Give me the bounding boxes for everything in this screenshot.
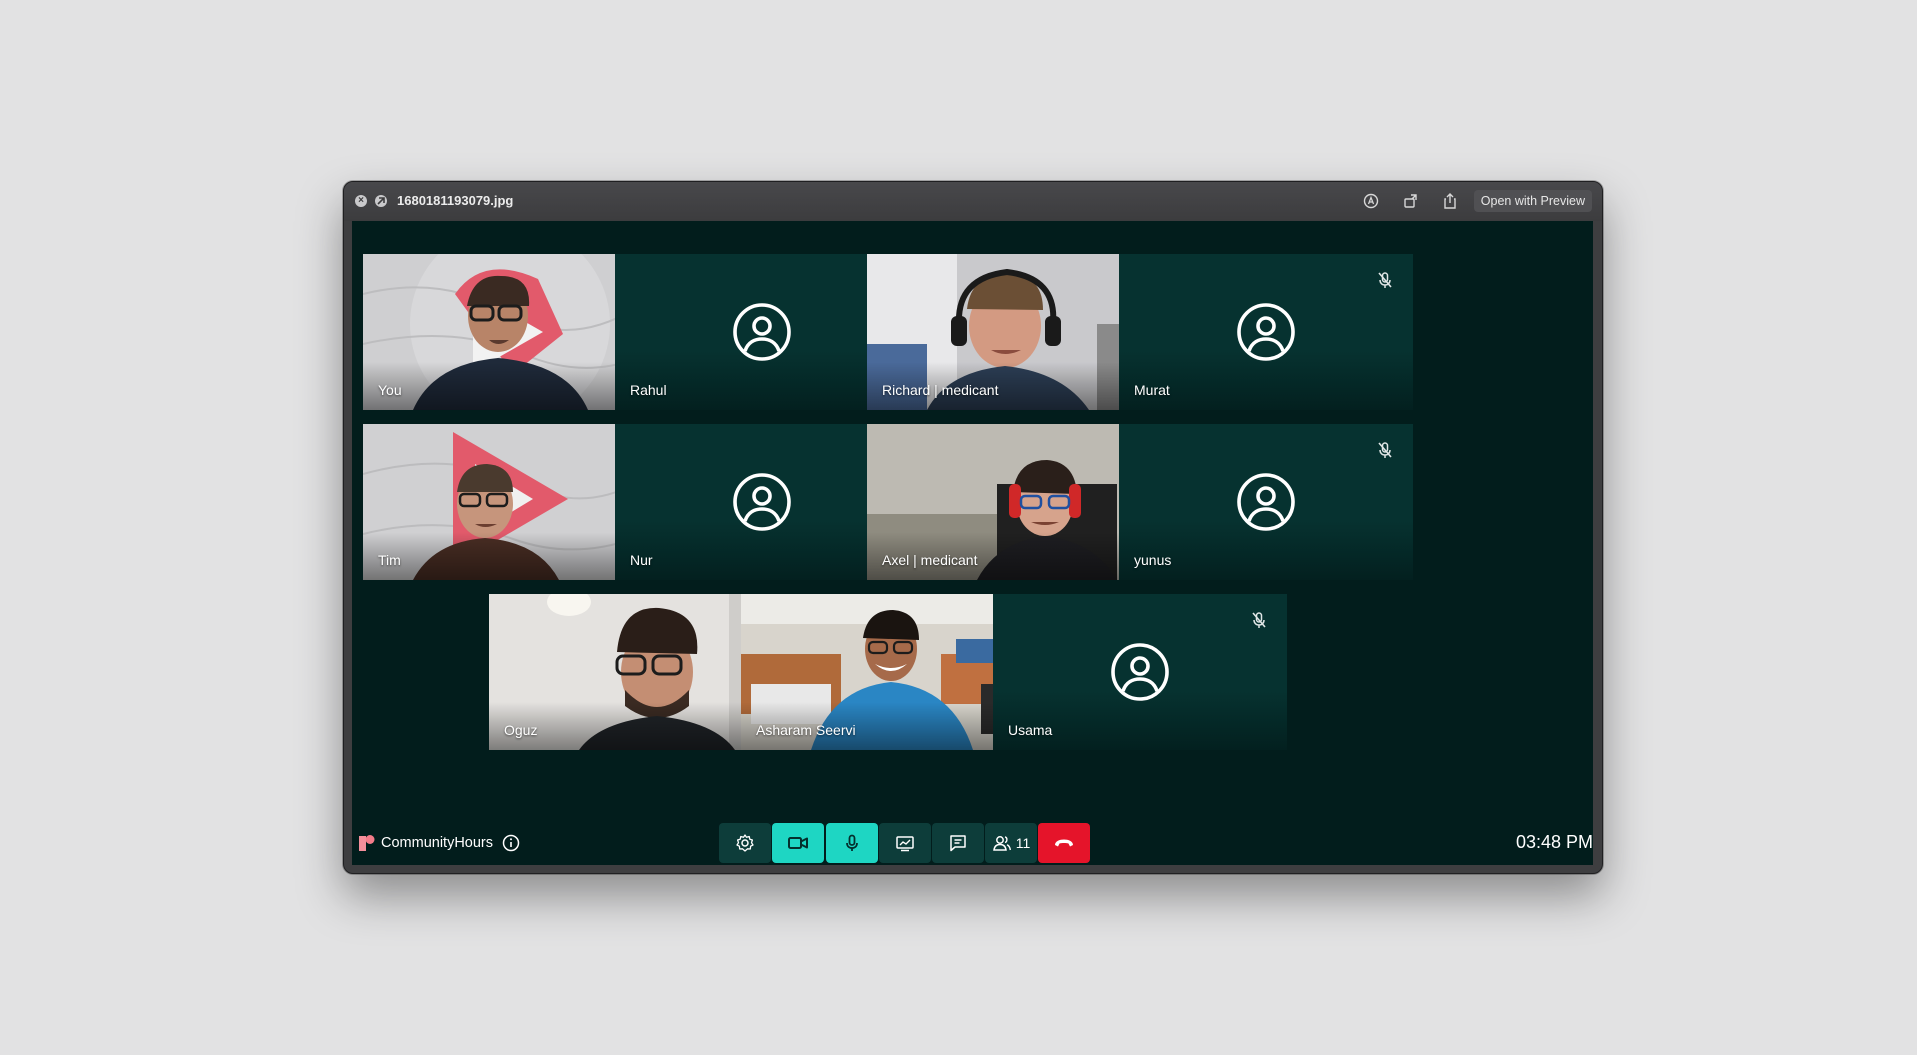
participant-tile-usama[interactable]: Usama <box>993 594 1287 750</box>
brand-name: CommunityHours <box>381 835 493 851</box>
video-camera-icon <box>788 837 808 849</box>
open-with-preview-button[interactable]: Open with Preview <box>1473 190 1592 212</box>
screen-share-icon <box>896 836 914 852</box>
participant-tile-axel[interactable]: Axel | medicant <box>867 424 1161 580</box>
avatar-icon <box>1110 642 1170 702</box>
participant-name: You <box>378 382 402 398</box>
participant-tile-richard[interactable]: Richard | medicant <box>867 254 1161 410</box>
meeting-time: 03:48 PM <box>1515 832 1593 852</box>
microphone-muted-icon <box>1249 610 1269 630</box>
microphone-muted-icon <box>1375 270 1395 290</box>
community-hours-logo-icon <box>358 834 376 852</box>
file-name: 1680181193079.jpg <box>397 193 514 208</box>
participant-tile-yunus[interactable]: yunus <box>1119 424 1413 580</box>
screen-share-button[interactable] <box>879 823 931 863</box>
avatar-icon <box>1236 472 1296 532</box>
info-icon[interactable] <box>502 834 520 852</box>
settings-button[interactable] <box>719 823 771 863</box>
participant-name: Usama <box>1008 722 1053 738</box>
markup-icon[interactable] <box>1362 192 1380 210</box>
close-icon[interactable]: × <box>355 195 367 207</box>
participant-tile-asharam[interactable]: Asharam Seervi <box>741 594 1035 750</box>
participant-name: Tim <box>378 552 401 568</box>
avatar-icon <box>1236 302 1296 362</box>
participant-name: Asharam Seervi <box>756 722 856 738</box>
participants-count: 11 <box>1015 835 1031 851</box>
window-titlebar: × 1680181193079.jpg Open with Preview <box>344 182 1602 221</box>
meeting-area: You Rahul Richard | medicant Murat Tim N… <box>352 221 1593 865</box>
microphone-icon <box>846 834 858 851</box>
share-icon[interactable] <box>1441 192 1459 210</box>
participant-name: Murat <box>1134 382 1170 398</box>
fullscreen-icon[interactable] <box>375 195 387 207</box>
microphone-toggle-button[interactable] <box>826 823 878 863</box>
quicklook-window: × 1680181193079.jpg Open with Preview Yo… <box>343 181 1603 874</box>
gear-icon <box>736 834 754 852</box>
chat-icon <box>950 835 966 852</box>
participants-button[interactable]: 11 <box>985 823 1037 863</box>
participant-tile-nur[interactable]: Nur <box>615 424 909 580</box>
participant-name: Oguz <box>504 722 538 738</box>
avatar-icon <box>732 302 792 362</box>
brand: CommunityHours <box>358 833 520 853</box>
participant-name: Rahul <box>630 382 667 398</box>
participant-name: Nur <box>630 552 653 568</box>
participants-icon <box>992 836 1011 851</box>
rotate-icon[interactable] <box>1402 192 1420 210</box>
participant-tile-murat[interactable]: Murat <box>1119 254 1413 410</box>
microphone-muted-icon <box>1375 440 1395 460</box>
avatar-icon <box>732 472 792 532</box>
camera-toggle-button[interactable] <box>772 823 824 863</box>
participant-tile-you[interactable]: You <box>363 254 657 410</box>
leave-call-button[interactable] <box>1038 823 1090 863</box>
hang-up-icon <box>1055 839 1073 847</box>
participant-name: yunus <box>1134 552 1172 568</box>
participant-tile-rahul[interactable]: Rahul <box>615 254 909 410</box>
meeting-controls-bar: CommunityHours 11 03:48 PM <box>352 821 1593 865</box>
participant-name: Axel | medicant <box>882 552 978 568</box>
participant-name: Richard | medicant <box>882 382 999 398</box>
chat-button[interactable] <box>932 823 984 863</box>
participant-tile-oguz[interactable]: Oguz <box>489 594 783 750</box>
participant-tile-tim[interactable]: Tim <box>363 424 657 580</box>
